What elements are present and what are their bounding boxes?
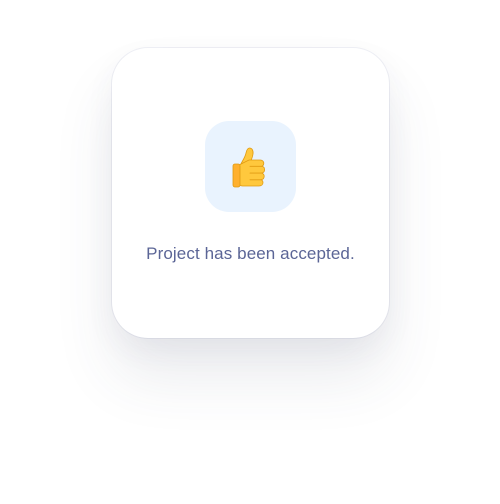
confirmation-card: Project has been accepted. [112,48,389,338]
screen-background: Project has been accepted. [0,0,500,504]
icon-tile [205,121,296,212]
confirmation-message: Project has been accepted. [146,244,355,263]
thumbs-up-icon [232,147,265,187]
